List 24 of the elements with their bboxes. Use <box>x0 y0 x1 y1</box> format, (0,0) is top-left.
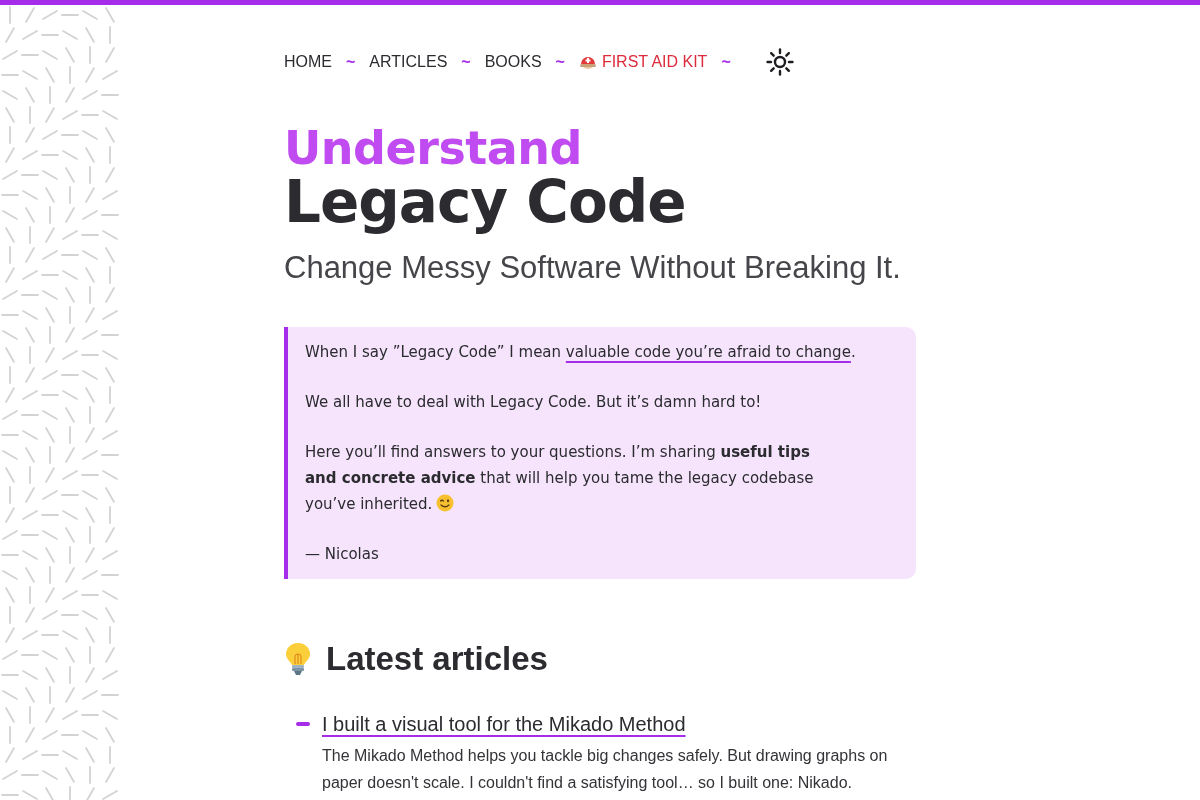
nav-separator: ~ <box>346 52 356 72</box>
inline-link[interactable]: valuable code you’re afraid to change <box>565 343 851 361</box>
winking-face-icon <box>436 494 455 512</box>
sun-icon <box>765 48 794 76</box>
subtitle: Change Messy Software Without Breaking It. <box>284 249 901 287</box>
theme-toggle-button[interactable] <box>764 47 795 77</box>
page-title: Legacy Code <box>284 171 686 233</box>
nav-separator: ~ <box>555 52 565 72</box>
section-heading: Latest articles <box>326 639 548 679</box>
light-bulb-icon <box>284 642 312 676</box>
nav-link[interactable]: BOOKS <box>484 52 542 72</box>
nav-link[interactable]: FIRST AID KIT <box>578 52 708 72</box>
nav-link[interactable]: HOME <box>284 52 332 72</box>
title-accent: Understand <box>284 125 582 171</box>
nav-separator: ~ <box>461 52 471 72</box>
intro-paragraph: We all have to deal with Legacy Code. But it’s damn hard to! <box>305 392 763 413</box>
intro-paragraph: When I say ”Legacy Code” I mean valuable code you’re afraid to change. <box>305 342 857 363</box>
nav-separator: ~ <box>721 52 731 72</box>
dash-marker-icon <box>296 722 310 726</box>
signature: — Nicolas <box>305 544 380 565</box>
nav-link[interactable]: ARTICLES <box>369 52 448 72</box>
intro-paragraph: Here you’ll find answers to your questions. I’m sharing useful tips and concrete advice that will help you tame the legacy codebase you’ve inherited. <box>305 442 815 515</box>
article-summary: The Mikado Method helps you tackle big changes safely. But drawing graphs on paper doesn't scale. I couldn't find a satisfying tool… so I built one: Nikado. <box>322 746 889 793</box>
article-link[interactable]: I built a visual tool for the Mikado Method <box>322 711 686 737</box>
